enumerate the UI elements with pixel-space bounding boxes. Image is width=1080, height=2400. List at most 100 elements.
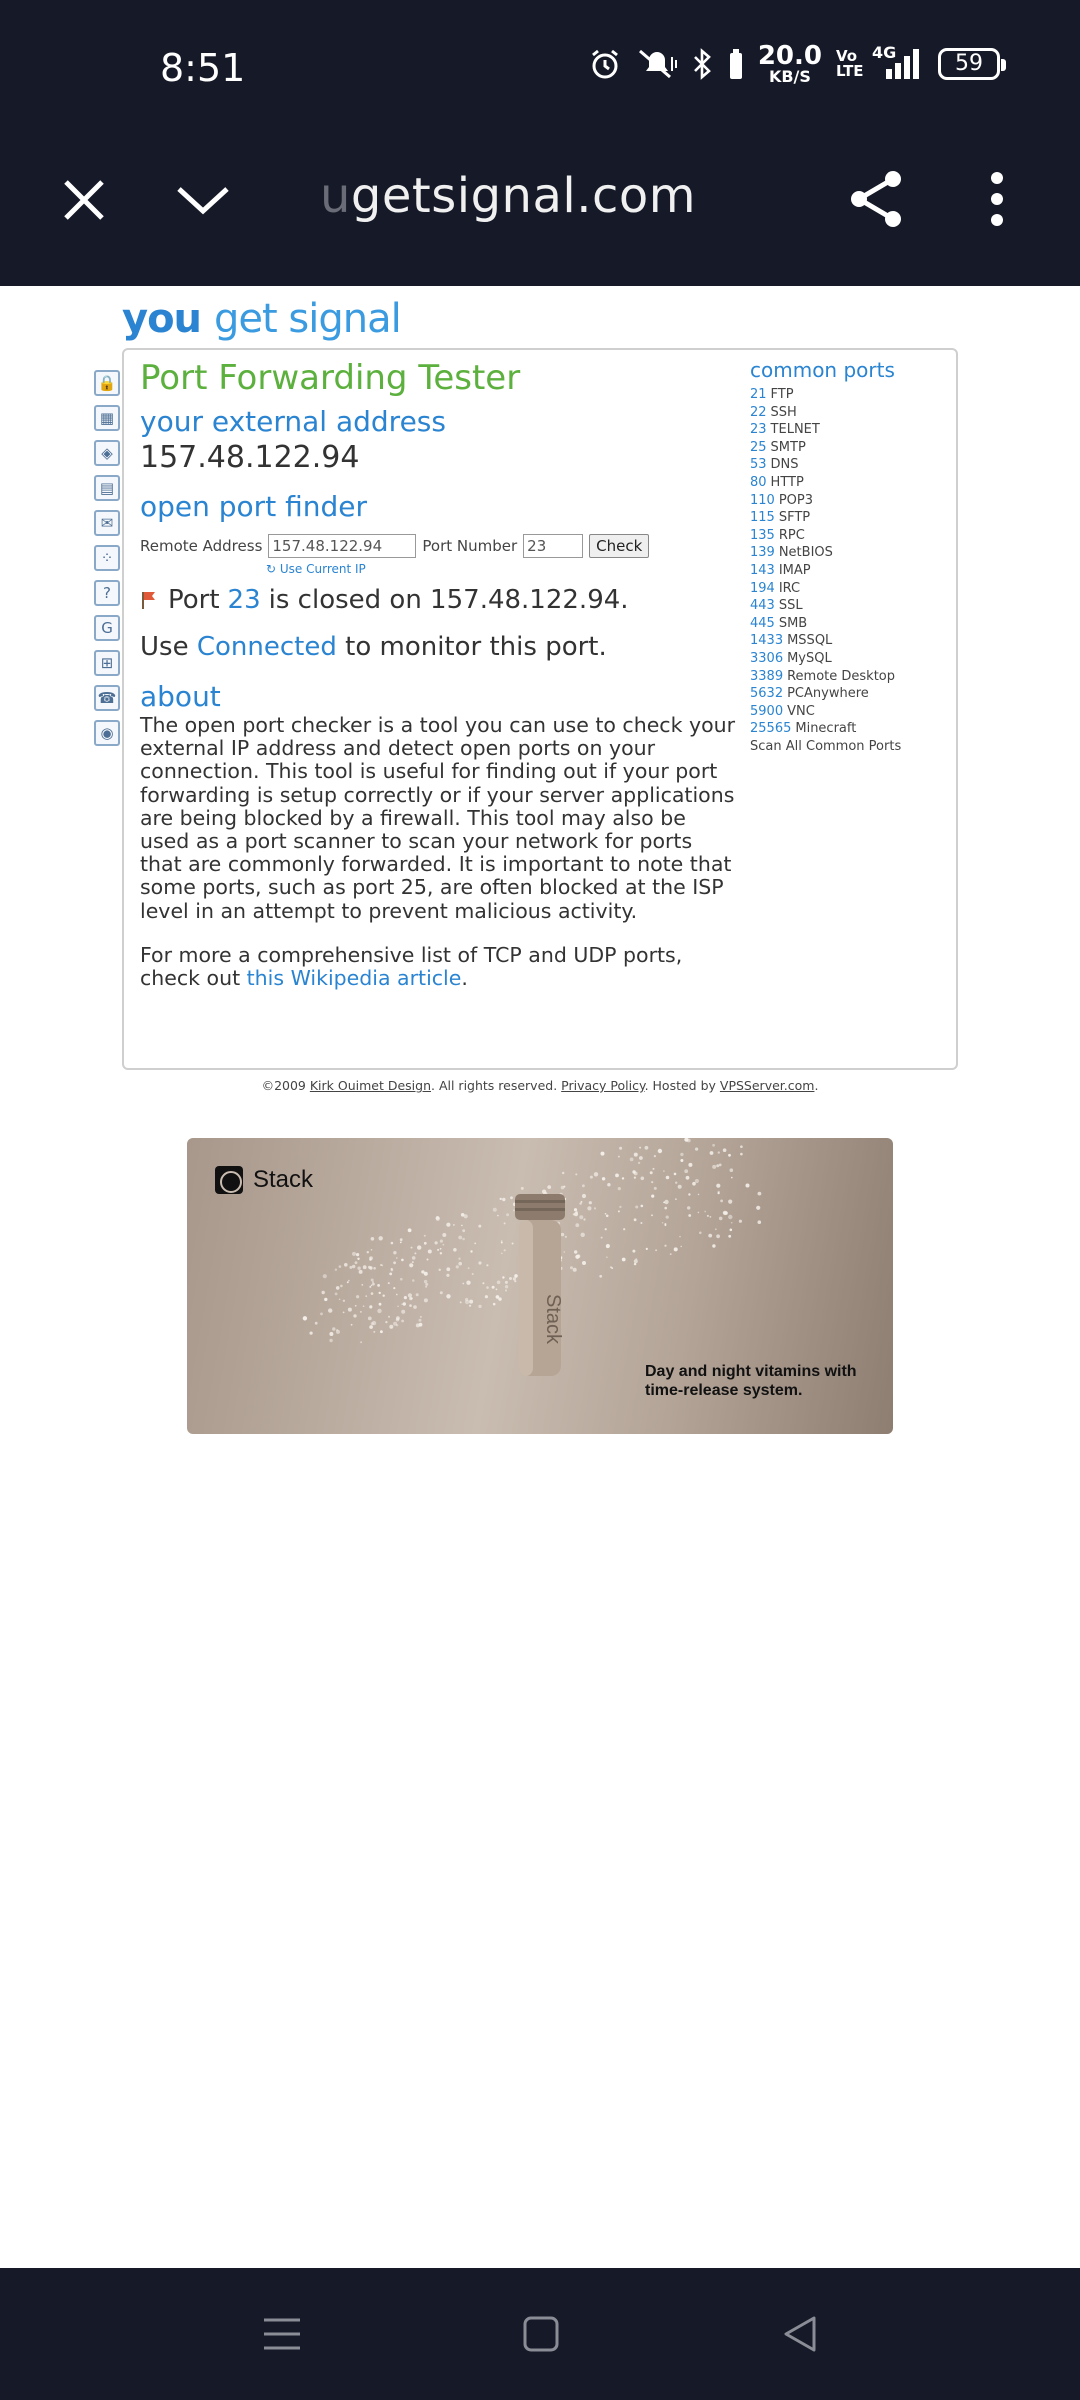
host-link[interactable]: VPSServer.com <box>720 1078 815 1093</box>
lock-icon[interactable]: 🔒 <box>94 370 120 396</box>
check-button[interactable]: Check <box>589 534 650 558</box>
port-service: IMAP <box>778 562 811 578</box>
status-icons: 20.0 KB/S Vo LTE 4G 59 <box>588 43 1006 84</box>
tool-sidebar: 🔒 ▦ ◈ ▤ ✉ ⁘ ? G ⊞ ☎ ◉ <box>94 370 124 755</box>
battery-saver-icon <box>729 48 742 79</box>
common-port-item[interactable]: 445 SMB <box>750 615 950 633</box>
author-link[interactable]: Kirk Ouimet Design <box>310 1078 431 1093</box>
about-text: The open port checker is a tool you can … <box>140 713 736 923</box>
common-port-item[interactable]: 25 SMTP <box>750 439 950 457</box>
port-service: DNS <box>770 457 799 473</box>
common-port-item[interactable]: 194 IRC <box>750 580 950 598</box>
port-service: POP3 <box>778 492 814 508</box>
common-ports-list: 21 FTP 22 SSH 23 TELNET 25 SMTP 53 DNS 80 HTTP 110 PO… <box>750 386 950 738</box>
wikipedia-link[interactable]: this Wikipedia article <box>247 966 462 990</box>
port-service: Minecraft <box>795 721 857 737</box>
port-number: 80 <box>750 474 767 490</box>
connected-link[interactable]: Connected <box>197 632 337 662</box>
home-button[interactable] <box>522 2314 560 2359</box>
svg-text:Stack: Stack <box>542 1294 564 1345</box>
port-number-input[interactable] <box>523 534 584 558</box>
open-port-finder-heading: open port finder <box>140 490 367 523</box>
port-service: MySQL <box>787 650 832 666</box>
more-info-text: For more a comprehensive list of TCP and… <box>140 943 683 991</box>
more-vertical-icon <box>991 172 1003 226</box>
port-service: RPC <box>778 527 805 543</box>
common-port-item[interactable]: 139 NetBIOS <box>750 544 950 562</box>
privacy-policy-link[interactable]: Privacy Policy <box>561 1078 644 1093</box>
port-service: NetBIOS <box>778 545 833 561</box>
menu-lines-icon <box>264 2318 300 2350</box>
site-footer: ©2009 Kirk Ouimet Design. All rights res… <box>261 1078 819 1093</box>
scan-all-ports-link[interactable]: Scan All Common Ports <box>750 738 950 756</box>
stack-logo-icon <box>215 1166 243 1194</box>
common-port-item[interactable]: 115 SFTP <box>750 509 950 527</box>
port-number: 139 <box>750 545 775 561</box>
result-port-link[interactable]: 23 <box>228 585 261 615</box>
common-port-item[interactable]: 21 FTP <box>750 386 950 404</box>
port-number: 53 <box>750 457 767 473</box>
remote-address-label: Remote Address <box>140 537 263 555</box>
google-icon[interactable]: G <box>94 615 120 641</box>
back-triangle-icon <box>784 2316 816 2352</box>
email-icon[interactable]: ✉ <box>94 510 120 536</box>
common-port-item[interactable]: 5900 VNC <box>750 703 950 721</box>
common-ports-panel: common ports 21 FTP 22 SSH 23 TELNET 25 SMTP 53 D… <box>750 358 950 755</box>
remote-address-input[interactable] <box>268 534 417 558</box>
common-port-item[interactable]: 3306 MySQL <box>750 650 950 668</box>
common-port-item[interactable]: 135 RPC <box>750 527 950 545</box>
bluetooth-icon <box>693 48 711 80</box>
signal-icon: 4G <box>872 43 924 81</box>
port-service: MSSQL <box>787 633 833 649</box>
port-number: 194 <box>750 580 775 596</box>
common-port-item[interactable]: 443 SSL <box>750 597 950 615</box>
globe-icon[interactable]: ◉ <box>94 720 120 746</box>
help-icon[interactable]: ? <box>94 580 120 606</box>
use-current-ip-link[interactable]: ↻ Use Current IP <box>266 562 366 576</box>
common-port-item[interactable]: 80 HTTP <box>750 474 950 492</box>
page-title: Port Forwarding Tester <box>140 358 521 398</box>
share-button[interactable] <box>846 168 908 230</box>
port-service: TELNET <box>770 422 820 438</box>
advertisement-banner[interactable]: Stack Stack Day and night vitamins with … <box>187 1138 893 1434</box>
more-options-button[interactable] <box>980 168 1014 230</box>
port-number: 3389 <box>750 668 784 684</box>
port-service: VNC <box>787 703 815 719</box>
battery-indicator: 59 <box>938 47 1006 80</box>
close-tab-button[interactable] <box>56 172 112 228</box>
common-ports-title: common ports <box>750 358 895 382</box>
port-number: 5632 <box>750 686 784 702</box>
site-logo[interactable]: you get signal <box>122 296 402 342</box>
server-icon[interactable]: ▤ <box>94 475 120 501</box>
status-time: 8:51 <box>160 46 246 90</box>
url-bar[interactable]: ugetsignal.com <box>320 168 696 224</box>
common-port-item[interactable]: 1433 MSSQL <box>750 632 950 650</box>
common-port-item[interactable]: 3389 Remote Desktop <box>750 668 950 686</box>
port-service: Remote Desktop <box>787 668 895 684</box>
refresh-icon: ↻ <box>266 562 277 576</box>
port-number: 5900 <box>750 703 784 719</box>
windows-icon[interactable]: ⊞ <box>94 650 120 676</box>
common-port-item[interactable]: 53 DNS <box>750 456 950 474</box>
close-icon <box>64 180 104 220</box>
port-number: 135 <box>750 527 775 543</box>
common-port-item[interactable]: 5632 PCAnywhere <box>750 685 950 703</box>
port-number: 143 <box>750 562 775 578</box>
back-button[interactable] <box>780 2314 820 2359</box>
map-icon[interactable]: ▦ <box>94 405 120 431</box>
common-port-item[interactable]: 25565 Minecraft <box>750 720 950 738</box>
port-service: PCAnywhere <box>787 686 869 702</box>
common-port-item[interactable]: 23 TELNET <box>750 421 950 439</box>
common-port-item[interactable]: 143 IMAP <box>750 562 950 580</box>
external-ip: 157.48.122.94 <box>140 440 360 475</box>
common-port-item[interactable]: 110 POP3 <box>750 492 950 510</box>
minimize-button[interactable] <box>172 172 234 228</box>
network-icon[interactable]: ⁘ <box>94 545 120 571</box>
closed-flag-icon <box>142 592 155 609</box>
port-service: SMB <box>778 615 808 631</box>
port-service: IRC <box>778 580 801 596</box>
recent-apps-button[interactable] <box>262 2314 302 2359</box>
phone-icon[interactable]: ☎ <box>94 685 120 711</box>
location-icon[interactable]: ◈ <box>94 440 120 466</box>
common-port-item[interactable]: 22 SSH <box>750 404 950 422</box>
